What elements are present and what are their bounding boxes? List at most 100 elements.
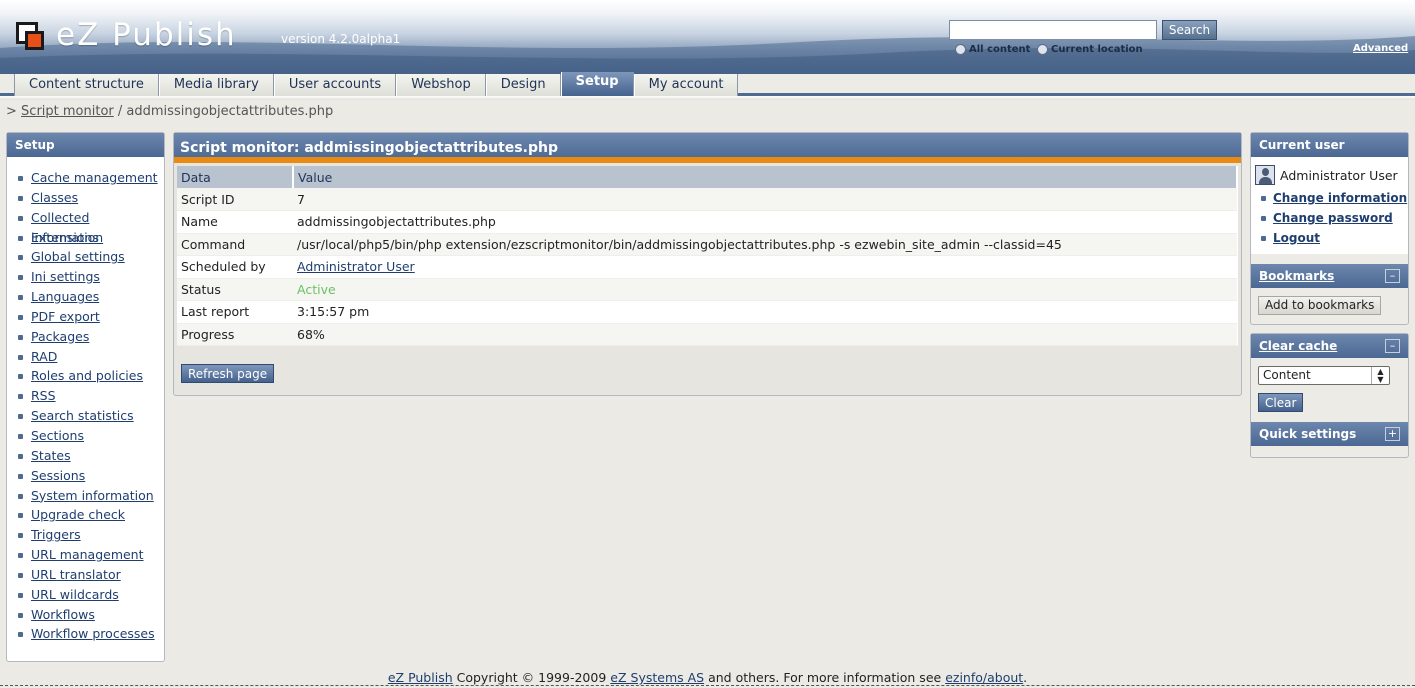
table-row: Progress 68% <box>177 323 1237 346</box>
sidebar-item: System information <box>17 486 164 506</box>
sidebar-item-packages[interactable]: Packages <box>31 329 89 344</box>
header: eZ Publish version 4.2.0alpha1 Search Al… <box>0 0 1415 74</box>
radio-current-location-label: Current location <box>1051 44 1143 55</box>
bookmarks-link[interactable]: Bookmarks <box>1259 269 1334 283</box>
radio-icon[interactable] <box>955 44 966 55</box>
bookmarks-header: Bookmarks – <box>1251 264 1408 288</box>
sidebar-item-system-information[interactable]: System information <box>31 488 154 503</box>
sidebar-item-search-statistics[interactable]: Search statistics <box>31 408 134 423</box>
clear-cache-button[interactable]: Clear <box>1258 393 1304 412</box>
tab-design[interactable]: Design <box>485 74 561 96</box>
sidebar-item: PDF export <box>17 307 164 327</box>
sidebar-item-cache-management[interactable]: Cache management <box>31 170 158 185</box>
table-row: Script ID 7 <box>177 188 1237 211</box>
row-label: Progress <box>177 323 293 346</box>
footer-period: . <box>1023 670 1028 685</box>
collapse-icon[interactable]: – <box>1385 339 1400 353</box>
user-link-item: Change information <box>1259 188 1408 208</box>
logo-text: eZ Publish <box>56 17 237 53</box>
sidebar-item: Upgrade check <box>17 505 164 525</box>
sidebar-item: Packages <box>17 327 164 347</box>
row-value-last-report: 3:15:57 pm <box>293 300 1237 324</box>
sidebar-item: Search statistics <box>17 406 164 426</box>
sidebar-item-url-wildcards[interactable]: URL wildcards <box>31 587 119 602</box>
breadcrumb-link-script-monitor[interactable]: Script monitor <box>21 104 114 119</box>
sidebar-item-ini-settings[interactable]: Ini settings <box>31 269 100 284</box>
script-info-table: Data Value Script ID 7 Name addmissingob… <box>177 166 1238 346</box>
breadcrumb-prefix: > <box>6 104 17 119</box>
logo-icon <box>16 22 44 50</box>
change-password-link[interactable]: Change password <box>1273 211 1393 225</box>
cache-type-select[interactable]: Content ▲ ▼ <box>1258 366 1390 385</box>
tab-user-accounts[interactable]: User accounts <box>273 74 397 96</box>
sidebar-item: Workflow processes <box>17 624 164 644</box>
sidebar-item-languages[interactable]: Languages <box>31 289 99 304</box>
sidebar-item-rad[interactable]: RAD <box>31 349 57 364</box>
sidebar-item-url-management[interactable]: URL management <box>31 547 144 562</box>
clear-cache-link[interactable]: Clear cache <box>1259 339 1337 353</box>
select-arrows-icon: ▲ ▼ <box>1371 367 1389 384</box>
sidebar-item: Triggers <box>17 525 164 545</box>
footer: eZ Publish Copyright © 1999-2009 eZ Syst… <box>0 670 1415 685</box>
footer-ezsystems-link[interactable]: eZ Systems AS <box>610 670 704 685</box>
footer-ezpublish-link[interactable]: eZ Publish <box>388 670 453 685</box>
breadcrumb-current: addmissingobjectattributes.php <box>126 104 334 119</box>
row-label: Name <box>177 210 293 234</box>
scheduled-by-link[interactable]: Administrator User <box>297 259 415 274</box>
advanced-search-link[interactable]: Advanced <box>1353 43 1408 54</box>
row-value-name: addmissingobjectattributes.php <box>293 210 1237 234</box>
sidebar-item-sessions[interactable]: Sessions <box>31 468 85 483</box>
sidebar-item-triggers[interactable]: Triggers <box>31 527 81 542</box>
tab-webshop[interactable]: Webshop <box>396 74 486 96</box>
sidebar-item: URL wildcards <box>17 585 164 605</box>
radio-all-content[interactable]: All content <box>955 44 1030 55</box>
sidebar-item: Languages <box>17 287 164 307</box>
sidebar-item-workflow-processes[interactable]: Workflow processes <box>31 626 155 641</box>
sidebar-item: RSS <box>17 386 164 406</box>
quick-settings-header: Quick settings + <box>1251 422 1408 446</box>
footer-ezinfo-link[interactable]: ezinfo/about <box>945 670 1023 685</box>
tab-content-structure[interactable]: Content structure <box>14 74 159 96</box>
radio-current-location[interactable]: Current location <box>1037 44 1143 55</box>
user-icon <box>1255 165 1275 185</box>
cache-select-value: Content <box>1263 368 1311 382</box>
sidebar-item: Classes <box>17 188 164 208</box>
tab-setup[interactable]: Setup <box>560 72 634 96</box>
column-header-value: Value <box>293 166 1238 188</box>
sidebar-item: Roles and policies <box>17 366 164 386</box>
sidebar-item: Global settings <box>17 247 164 267</box>
sidebar-item: Sessions <box>17 466 164 486</box>
search-input[interactable] <box>949 20 1157 40</box>
sidebar-item-rss[interactable]: RSS <box>31 388 56 403</box>
clear-cache-header: Clear cache – <box>1251 334 1408 358</box>
refresh-page-button[interactable]: Refresh page <box>181 364 275 383</box>
sidebar-item-workflows[interactable]: Workflows <box>31 607 95 622</box>
main-panel: Script monitor: addmissingobjectattribut… <box>173 132 1242 396</box>
row-label: Script ID <box>177 188 293 211</box>
tab-media-library[interactable]: Media library <box>158 74 274 96</box>
sidebar-item-pdf-export[interactable]: PDF export <box>31 309 100 324</box>
sidebar-item-upgrade-check[interactable]: Upgrade check <box>31 507 125 522</box>
sidebar-item-sections[interactable]: Sections <box>31 428 84 443</box>
sidebar-item-extensions[interactable]: Extensions <box>31 230 99 245</box>
search-button[interactable]: Search <box>1162 20 1217 40</box>
row-value-progress: 68% <box>293 323 1237 346</box>
change-information-link[interactable]: Change information <box>1273 191 1407 205</box>
collapse-icon[interactable]: – <box>1385 269 1400 283</box>
row-label: Last report <box>177 300 293 324</box>
add-to-bookmarks-button[interactable]: Add to bookmarks <box>1258 296 1382 315</box>
user-link-item: Change password <box>1259 208 1408 228</box>
logout-link[interactable]: Logout <box>1273 231 1320 245</box>
sidebar-item-roles-and-policies[interactable]: Roles and policies <box>31 368 143 383</box>
tab-my-account[interactable]: My account <box>633 74 739 96</box>
sidebar-item-classes[interactable]: Classes <box>31 190 78 205</box>
current-user-body: Administrator User Change information Ch… <box>1251 157 1408 254</box>
user-links: Change information Change password Logou… <box>1255 185 1408 248</box>
sidebar-item-global-settings[interactable]: Global settings <box>31 249 125 264</box>
table-row: Command /usr/local/php5/bin/php extensio… <box>177 233 1237 256</box>
sidebar-item-states[interactable]: States <box>31 448 71 463</box>
expand-icon[interactable]: + <box>1385 427 1400 441</box>
clear-cache-panel: Clear cache – Content ▲ ▼ Clear Quick set… <box>1250 333 1409 458</box>
sidebar-item-url-translator[interactable]: URL translator <box>31 567 121 582</box>
radio-icon[interactable] <box>1037 44 1048 55</box>
